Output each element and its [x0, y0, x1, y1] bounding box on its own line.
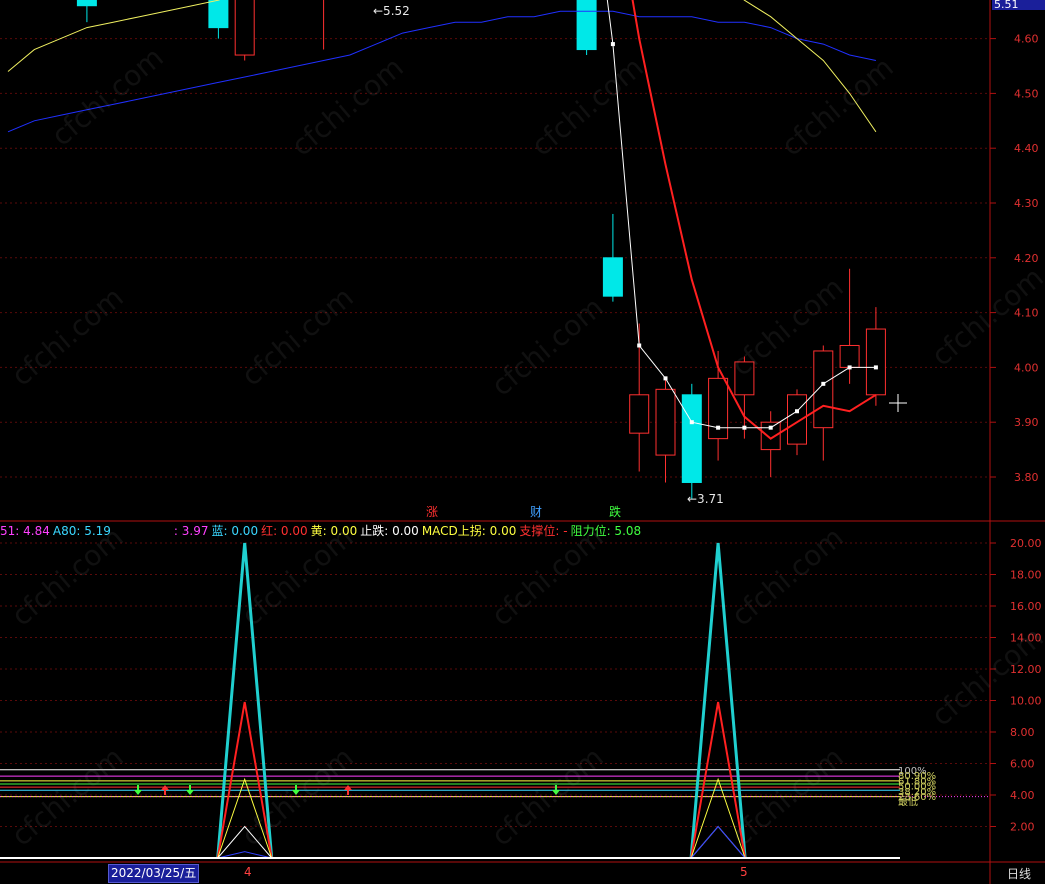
indicator-tick-label: 14.00	[1010, 632, 1042, 645]
ma-point	[821, 381, 826, 386]
ma-yellow-line	[7, 0, 877, 133]
candle-up	[813, 350, 834, 429]
price-tick-label: 4.20	[1014, 252, 1039, 265]
price-tick-label: 4.60	[1014, 33, 1039, 46]
ma-blue-line	[7, 10, 877, 133]
stock-chart: ←5.52←3.71涨财跌 100%80.90%61.80%50.00%38.2…	[0, 0, 1045, 884]
signal-down-label: 跌	[609, 504, 621, 519]
legend-item: 51: 4.84	[0, 524, 50, 538]
indicator-tick-label: 20.00	[1010, 537, 1042, 550]
price-tick-label: 4.00	[1014, 361, 1039, 374]
legend-item: 蓝: 0.00	[211, 524, 259, 538]
legend-item: 止跌: 0.00	[360, 524, 419, 538]
indicator-tick-label: 2.00	[1010, 821, 1035, 834]
current-price-tag: 5.51	[992, 0, 1045, 10]
price-tick-label: 4.50	[1014, 87, 1039, 100]
legend-item: MACD上拐: 0.00	[421, 524, 517, 538]
indicator-tick-label: 6.00	[1010, 758, 1035, 771]
signal-up-label: 涨	[426, 504, 438, 519]
month-label-april: 4	[244, 865, 252, 879]
indicator-tick-label: 18.00	[1010, 569, 1042, 582]
price-candlestick-chart[interactable]: ←5.52 ←3.71 涨 财 跌	[0, 0, 907, 519]
candle-up	[865, 328, 886, 396]
indicator-tick-label: 16.00	[1010, 600, 1042, 613]
ma-point	[689, 420, 694, 425]
legend-item: A80: 5.19	[52, 524, 111, 538]
period-button[interactable]: 日线	[1007, 865, 1031, 882]
spike-blue	[690, 825, 746, 859]
spike-yellow	[690, 777, 746, 859]
ma-point	[768, 425, 773, 430]
ma-point	[742, 425, 747, 430]
candle-down	[681, 394, 702, 483]
ma-point	[637, 343, 642, 348]
spike-yellow	[217, 777, 273, 859]
buy-arrow	[161, 785, 169, 795]
date-cursor-label: 2022/03/25/五	[108, 864, 200, 883]
indicator-tick-label: 4.00	[1010, 789, 1035, 802]
candle-up	[234, 0, 255, 56]
spike-white	[690, 825, 746, 859]
indicator-tick-label: 12.00	[1010, 663, 1042, 676]
buy-arrow	[344, 785, 352, 795]
candle-up	[839, 344, 860, 368]
ma-point	[610, 42, 615, 47]
ma-point	[663, 376, 668, 381]
signal-cai-label: 财	[530, 505, 542, 519]
indicator-tick-label: 10.00	[1010, 695, 1042, 708]
ma-point	[847, 365, 852, 370]
sell-arrow	[134, 785, 142, 795]
price-tick-label: 4.10	[1014, 307, 1039, 320]
sell-arrow	[552, 785, 560, 795]
indicator-legend: 51: 4.84 A80: 5.19 : 3.97 蓝: 0.00 红: 0.00 黄: …	[0, 522, 644, 538]
ma-point	[873, 365, 878, 370]
candle-down	[602, 257, 623, 297]
candle-down	[576, 0, 597, 51]
ma-point	[795, 409, 799, 414]
legend-item: 支撑位: -	[519, 524, 568, 538]
price-tick-label: 3.90	[1014, 416, 1039, 429]
legend-item: 黄: 0.00	[310, 524, 358, 538]
indicator-tick-label: 8.00	[1010, 726, 1035, 739]
ma-point	[716, 425, 721, 430]
low-price-label: ←3.71	[687, 492, 724, 506]
sell-arrow	[292, 785, 300, 795]
legend-item: : 3.97	[173, 524, 209, 538]
price-tick-label: 3.80	[1014, 471, 1039, 484]
legend-item: 红: 0.00	[261, 524, 308, 538]
price-tick-label: 4.30	[1014, 197, 1039, 210]
spike-white	[217, 825, 273, 859]
candle-up	[629, 394, 650, 434]
high-price-label: ←5.52	[373, 4, 410, 18]
candle-down	[208, 0, 229, 29]
fib-label: 最低	[898, 795, 918, 808]
month-label-may: 5	[740, 865, 748, 879]
candle-down	[76, 0, 97, 7]
candle-up	[734, 361, 755, 396]
legend-item: 阻力位: 5.08	[570, 524, 642, 538]
price-tick-label: 4.40	[1014, 142, 1039, 155]
candle-up	[787, 394, 807, 445]
candle-up	[655, 388, 676, 456]
sell-arrow	[186, 785, 194, 795]
